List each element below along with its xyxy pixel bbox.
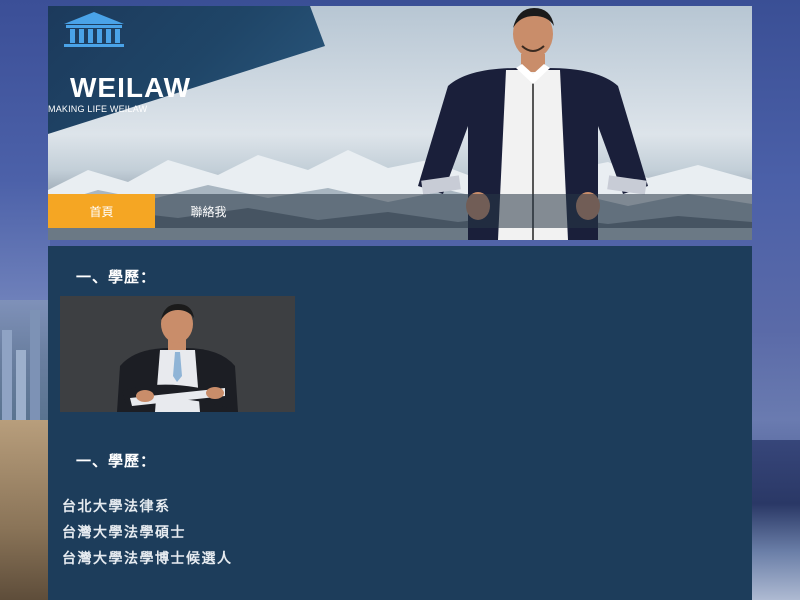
education-item: 台北大學法律系 [62, 499, 171, 515]
main-content: 一、學歷： 一、學歷： 台北大學法律系 台灣大學法學碩士 台灣大學法學博士候選人 [48, 246, 752, 600]
courthouse-icon[interactable] [58, 10, 130, 48]
education-item: 台灣大學法學碩士 [62, 525, 186, 541]
nav-item-home[interactable]: 首頁 [48, 194, 155, 228]
background-beach [0, 420, 50, 600]
brand-slogan: MAKING LIFE WEILAW [48, 104, 148, 114]
header-banner: WEILAW MAKING LIFE WEILAW 首頁 聯絡我 [48, 6, 752, 240]
main-nav: 首頁 聯絡我 [48, 194, 752, 228]
background-city [0, 300, 50, 440]
page-container: WEILAW MAKING LIFE WEILAW 首頁 聯絡我 一、學歷： 一… [48, 6, 752, 600]
education-heading-2: 一、學歷： [76, 452, 157, 470]
brand-name[interactable]: WEILAW [70, 72, 191, 104]
background-sky [0, 0, 50, 300]
education-item: 台灣大學法學博士候選人 [62, 551, 233, 567]
education-heading: 一、學歷： [76, 268, 157, 286]
lawyer-photo [60, 296, 295, 412]
background-sea [750, 440, 800, 600]
nav-item-contact[interactable]: 聯絡我 [155, 194, 262, 228]
